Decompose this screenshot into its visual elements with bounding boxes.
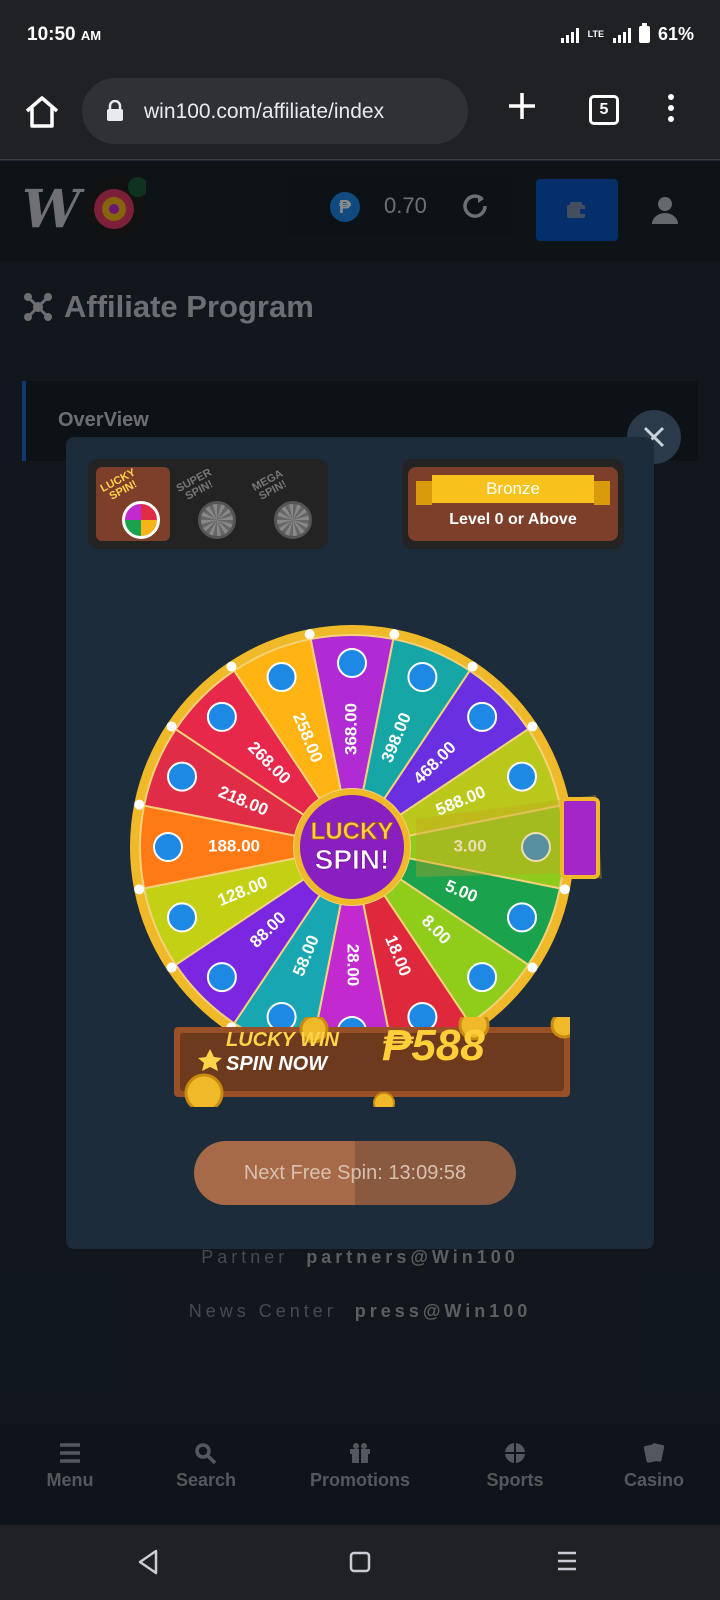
browser-toolbar: win100.com/affiliate/index 5	[0, 70, 720, 160]
peso-coin-icon	[467, 962, 498, 993]
rim-light	[166, 721, 177, 732]
url-text: win100.com/affiliate/index	[144, 100, 385, 123]
tier-badge: Bronze Level 0 or Above	[402, 459, 624, 549]
wheel-segment-label: 368.00	[341, 703, 360, 755]
rim-light	[166, 962, 177, 973]
battery-icon	[638, 23, 650, 43]
spin-type-selector: LUCKY SPIN! SUPER SPIN! MEGA SPIN!	[88, 459, 328, 549]
spin-type-lucky[interactable]: LUCKY SPIN!	[96, 467, 170, 541]
peso-coin-icon	[506, 761, 537, 792]
spin-type-super[interactable]: SUPER SPIN!	[172, 467, 246, 541]
peso-coin-icon	[506, 902, 537, 933]
home-icon[interactable]	[22, 92, 62, 132]
spin-type-mega[interactable]: MEGA SPIN!	[248, 467, 322, 541]
signal-icon	[560, 27, 579, 43]
home-nav-icon[interactable]	[349, 1551, 371, 1573]
wheel-segment-label: 188.00	[208, 836, 260, 855]
tier-name: Bronze	[416, 475, 610, 505]
back-icon[interactable]	[136, 1549, 160, 1575]
rim-light	[527, 962, 538, 973]
tier-requirement: Level 0 or Above	[449, 511, 577, 528]
clock: 10:50 AM	[27, 24, 102, 45]
peso-coin-icon	[337, 648, 367, 678]
tab-switcher-button[interactable]: 5	[589, 95, 619, 125]
recents-icon[interactable]	[556, 1550, 578, 1572]
peso-coin-icon	[266, 662, 297, 693]
wheel-center-line-2: SPIN!	[315, 844, 390, 875]
mega-wheel-icon	[274, 501, 312, 539]
signal-icon-2	[612, 27, 631, 43]
rim-light	[134, 884, 145, 895]
lucky-wheel[interactable]: 368.00 398.00468.00588.003.005.008.0018.0…	[126, 577, 606, 1077]
new-tab-icon[interactable]	[506, 90, 538, 122]
peso-coin-icon	[167, 902, 198, 933]
rim-light	[389, 629, 400, 640]
battery-percent: 61%	[657, 24, 694, 44]
lock-icon	[107, 100, 123, 121]
banner-line-1: LUCKY WIN	[226, 1029, 339, 1051]
peso-coin-icon	[407, 662, 438, 693]
peso-coin-icon	[167, 761, 198, 792]
network-type: LTE	[587, 29, 604, 39]
rim-light	[559, 884, 570, 895]
rim-light	[226, 661, 237, 672]
super-wheel-icon	[198, 501, 236, 539]
next-free-spin-button[interactable]: Next Free Spin: 13:09:58	[194, 1141, 516, 1205]
banner-line-2: SPIN NOW	[226, 1053, 328, 1075]
rim-light	[467, 661, 478, 672]
address-bar[interactable]: win100.com/affiliate/index	[82, 78, 468, 144]
lucky-wheel-icon	[122, 501, 160, 539]
status-icons: LTE 61%	[560, 23, 694, 45]
peso-coin-icon	[467, 701, 498, 732]
system-navigation-bar	[0, 1525, 720, 1600]
rim-light	[134, 799, 145, 810]
wheel-segment-label: 28.00	[344, 944, 363, 987]
wheel-pointer-tab	[560, 797, 600, 879]
banner-amount: ₱588	[382, 1021, 485, 1070]
rim-light	[527, 721, 538, 732]
more-menu-icon[interactable]	[666, 94, 676, 126]
peso-coin-icon	[206, 962, 237, 993]
wheel-center-line-1: LUCKY	[311, 818, 394, 845]
rim-light	[304, 629, 315, 640]
peso-coin-icon	[153, 832, 183, 862]
lucky-spin-modal: LUCKY SPIN! SUPER SPIN! MEGA SPIN! Bronze L…	[66, 437, 654, 1249]
status-bar: 10:50 AM LTE 61%	[0, 0, 720, 70]
peso-coin-icon	[206, 701, 237, 732]
